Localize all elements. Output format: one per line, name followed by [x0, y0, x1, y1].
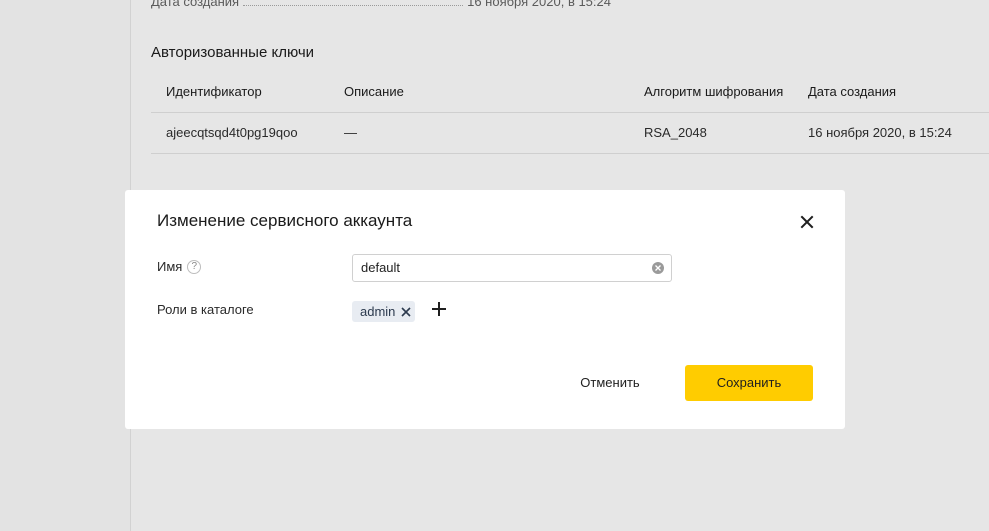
- roles-field-label: Роли в каталоге: [157, 302, 254, 317]
- info-label: Дата создания: [151, 0, 240, 9]
- key-description-cell: —: [344, 125, 357, 140]
- close-button[interactable]: [797, 212, 817, 232]
- save-button[interactable]: Сохранить: [685, 365, 813, 401]
- key-algorithm-cell: RSA_2048: [644, 125, 707, 140]
- table-header-row: Идентификатор Описание Алгоритм шифрован…: [151, 72, 989, 113]
- name-input-value: default: [361, 260, 401, 275]
- key-id-cell: ajeecqtsqd4t0pg19qoo: [166, 125, 298, 140]
- column-header-id: Идентификатор: [166, 84, 262, 99]
- close-icon: [401, 306, 411, 317]
- plus-icon: [432, 302, 446, 316]
- edit-service-account-dialog: Изменение сервисного аккаунта Имя ? defa…: [125, 190, 845, 429]
- cancel-button[interactable]: Отменить: [568, 365, 652, 401]
- column-header-description: Описание: [344, 84, 404, 99]
- keys-table: Идентификатор Описание Алгоритм шифрован…: [151, 72, 989, 154]
- clear-input-icon[interactable]: [652, 262, 664, 274]
- column-header-created: Дата создания: [808, 84, 897, 99]
- help-icon[interactable]: ?: [187, 259, 202, 274]
- remove-role-button[interactable]: [401, 306, 411, 317]
- creation-date-row: Дата создания 16 ноября 2020, в 15:24: [151, 0, 611, 9]
- name-label-text: Имя: [157, 259, 183, 274]
- left-sidebar: [0, 0, 131, 531]
- name-input[interactable]: default: [352, 254, 672, 282]
- key-created-cell: 16 ноября 2020, в 15:24: [808, 125, 952, 140]
- column-header-algorithm: Алгоритм шифрования: [644, 84, 784, 99]
- name-field-label: Имя ?: [157, 259, 202, 274]
- role-chip-admin: admin: [352, 301, 416, 322]
- dialog-title: Изменение сервисного аккаунта: [157, 211, 413, 230]
- add-role-button[interactable]: [431, 301, 447, 317]
- dotted-leader: [243, 5, 464, 6]
- table-row[interactable]: ajeecqtsqd4t0pg19qoo — RSA_2048 16 ноябр…: [151, 113, 989, 154]
- role-chip-label: admin: [360, 304, 396, 319]
- info-value: 16 ноября 2020, в 15:24: [467, 0, 611, 9]
- close-icon: [800, 215, 814, 229]
- keys-section-title: Авторизованные ключи: [151, 44, 315, 61]
